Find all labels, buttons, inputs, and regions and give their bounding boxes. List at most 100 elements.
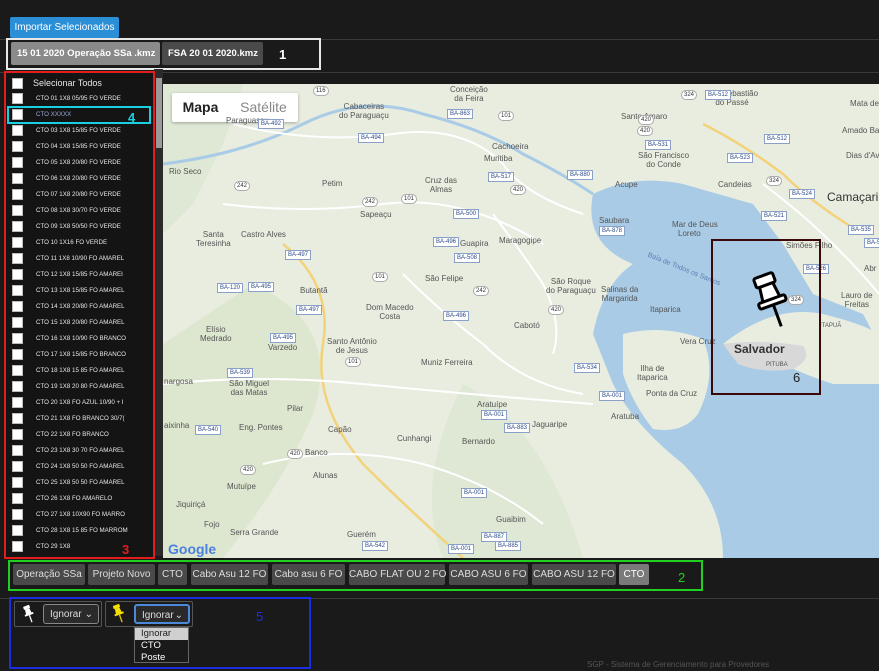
map-label: Capão — [328, 425, 352, 434]
map-label: Saubara — [599, 216, 630, 225]
map-road-shield: BA-500 — [453, 209, 480, 219]
map-label: Santa Teresinha — [196, 230, 231, 248]
white-pushpin-icon — [23, 604, 34, 623]
layer-tab-7[interactable]: CABO ASU 12 FO — [532, 564, 616, 585]
map-label: Acupe — [615, 180, 638, 189]
map-label: Maragogipe — [499, 236, 542, 245]
map-road-shield: BA-878 — [599, 226, 626, 236]
map-label: Ilha de Itaparica — [637, 364, 668, 382]
map-road-shield: BA-542 — [362, 541, 389, 551]
map-label: Cruz das Almas — [425, 176, 458, 194]
map-label: Bernardo — [462, 437, 495, 446]
map-road-shield: BA-885 — [495, 541, 522, 551]
layer-tab-5[interactable]: CABO FLAT OU 2 FO — [349, 564, 446, 585]
map-road-shield: BA-495 — [248, 282, 275, 292]
map-route-number: 101 — [345, 357, 362, 367]
map-label: Dom Macedo Costa — [366, 303, 414, 321]
map-label: Cunhangi — [397, 434, 432, 443]
map-label: Lauro de Freitas — [841, 291, 873, 309]
map-route-number: 116 — [313, 86, 329, 96]
chevron-down-icon: ⌄ — [174, 610, 183, 621]
map-road-shield: BA-534 — [574, 363, 601, 373]
map-label: Sapeaçu — [360, 210, 392, 219]
pin-type-dropdown: Ignorar CTO Poste — [134, 627, 189, 663]
map-label: Fojo — [204, 520, 220, 529]
map-label: Ponta da Cruz — [646, 389, 698, 398]
file-tab-0[interactable]: 15 01 2020 Operação SSa .kmz — [11, 42, 160, 65]
map-label: Varzedo — [268, 343, 298, 352]
chevron-down-icon: ⌄ — [84, 609, 93, 620]
annotation-label-4: 4 — [128, 110, 136, 125]
dropdown-option-poste[interactable]: Poste — [135, 652, 188, 664]
map-label: Muniz Ferreira — [421, 358, 473, 367]
map-label: Abr — [864, 264, 877, 273]
map-label: Santo Antônio de Jesus — [327, 337, 377, 355]
layer-tab-8[interactable]: CTO — [619, 564, 649, 585]
layer-tab-0[interactable]: Operação SSa — [13, 564, 85, 585]
map-road-shield: BA-517 — [488, 172, 515, 182]
list-scrollbar-thumb[interactable] — [156, 78, 162, 148]
yellow-pushpin-icon — [112, 603, 124, 623]
file-tab-1[interactable]: FSA 20 01 2020.kmz — [162, 42, 263, 65]
map-route-number: 101 — [372, 272, 389, 282]
map-road-shield: BA-863 — [447, 109, 474, 119]
map-road-shield: BA-540 — [195, 425, 222, 435]
map-label: Banco — [305, 448, 328, 457]
map-route-number: 324 — [766, 176, 783, 186]
map-label: Candeias — [718, 180, 752, 189]
pin-type-select-2[interactable]: Ignorar ⌄ — [134, 604, 190, 624]
map-label: Guerém — [347, 530, 376, 539]
layer-tab-1[interactable]: Projeto Novo — [88, 564, 155, 585]
layer-tab-3[interactable]: Cabo Asu 12 FO — [191, 564, 268, 585]
map-route-number: 420 — [548, 305, 565, 315]
map-label: Camaçari — [827, 190, 879, 204]
map-label: Salinas da Margarida — [601, 285, 639, 303]
pin-type-select-1-value: Ignorar — [50, 609, 82, 620]
map-road-shield: BA-120 — [217, 283, 244, 293]
map-label: Petim — [322, 179, 343, 188]
map-route-number: 242 — [362, 197, 379, 207]
layer-tab-2[interactable]: CTO — [158, 564, 187, 585]
map-label: ITAPUÃ — [820, 323, 842, 329]
map-road-shield: BA-497 — [285, 250, 312, 260]
map-route-number: 420 — [638, 115, 655, 125]
annotation-label-6: 6 — [793, 370, 801, 385]
map-type-map-button[interactable]: Mapa — [172, 93, 229, 122]
pin-type-select-1[interactable]: Ignorar ⌄ — [43, 604, 99, 624]
map-label: São Miguel das Matas — [229, 379, 270, 397]
map-road-shield: BA-524 — [789, 189, 816, 199]
import-selected-button[interactable]: Importar Selecionados — [10, 17, 119, 38]
map-label: Jiquiriçá — [176, 500, 206, 509]
map-road-shield: BA-880 — [567, 170, 594, 180]
annotation-label-1: 1 — [279, 47, 287, 62]
map-route-number: 101 — [401, 194, 418, 204]
map-road-shield: BA-521 — [761, 211, 788, 221]
map-label: Guapira — [460, 239, 489, 248]
map-road-shield: BA-495 — [270, 333, 297, 343]
map-road-shield: BA-001 — [461, 488, 488, 498]
map-road-shield: BA-523 — [727, 153, 754, 163]
annotation-label-2: 2 — [678, 570, 686, 585]
map-road-shield: BA-496 — [443, 311, 470, 321]
layer-tab-4[interactable]: Cabo asu 6 FO — [272, 564, 345, 585]
map-label: Aratuba — [611, 412, 640, 421]
layer-tab-6[interactable]: CABO ASU 6 FO — [449, 564, 528, 585]
map-route-number: 420 — [510, 185, 527, 195]
map-label: São Felipe — [425, 274, 464, 283]
map-label: Cabaceiras do Paraguaçu — [339, 102, 389, 120]
map-label: Alunas — [313, 471, 338, 480]
map-label: Castro Alves — [241, 230, 286, 239]
map-road-shield: BA-535 — [848, 225, 875, 235]
map-label: Rio Seco — [169, 167, 202, 176]
map-road-shield: BA-531 — [645, 140, 672, 150]
dropdown-option-cto[interactable]: CTO — [135, 640, 188, 652]
map-road-shield: BA-001 — [481, 410, 508, 420]
map-label: Aratuípe — [477, 400, 508, 409]
map-route-number: 101 — [498, 111, 515, 121]
dropdown-option-ignorar[interactable]: Ignorar — [135, 628, 188, 640]
annotation-label-5: 5 — [256, 609, 264, 624]
map-route-number: 420 — [287, 449, 304, 459]
pushpin-marker-icon[interactable] — [749, 270, 795, 332]
map-label: nargosa — [164, 377, 193, 386]
map-road-shield: BA-883 — [504, 423, 531, 433]
